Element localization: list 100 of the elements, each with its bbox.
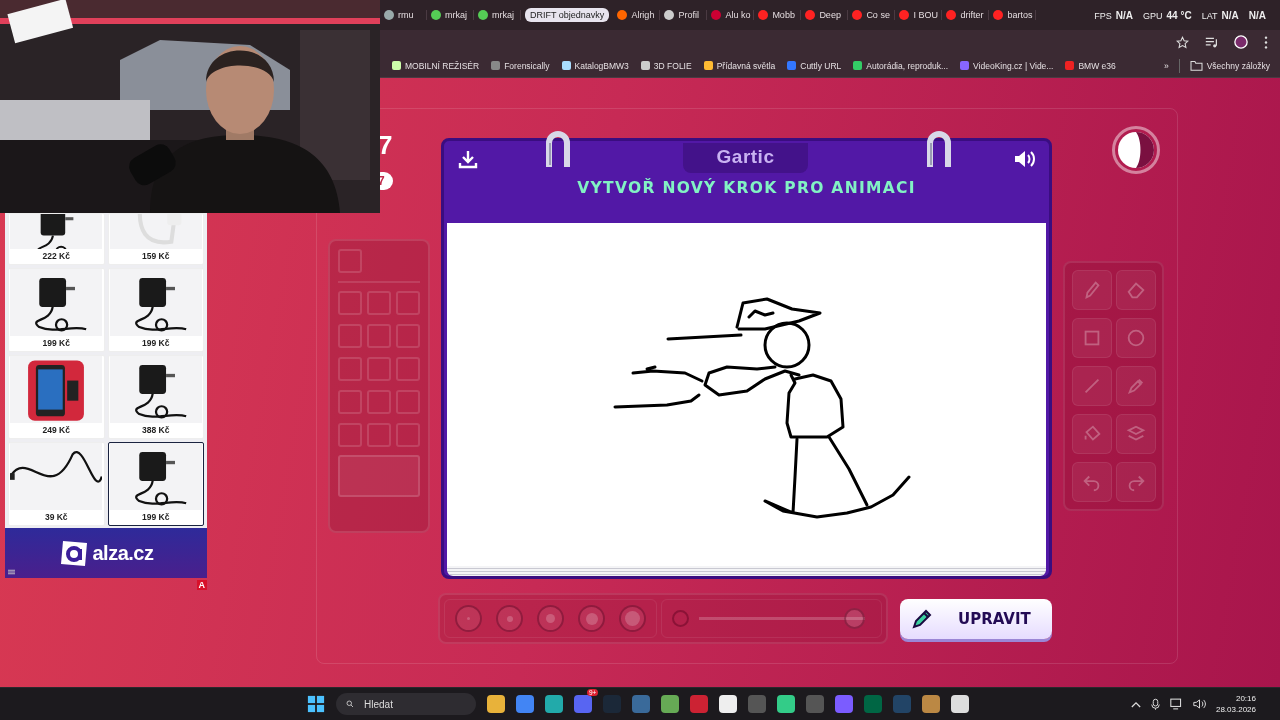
ad-banner[interactable]: alza.cz	[5, 528, 207, 578]
taskbar-app-icon[interactable]	[951, 695, 969, 713]
bookmark[interactable]: 3D FOLIE	[640, 60, 692, 71]
search-icon	[346, 698, 354, 710]
browser-tab[interactable]: Alrigh	[613, 10, 661, 20]
network-icon[interactable]	[1169, 698, 1183, 710]
product-card[interactable]: 249 Kč	[8, 355, 105, 439]
taskbar-app-icon[interactable]	[632, 695, 650, 713]
bookmark[interactable]: BMW e36	[1065, 60, 1116, 71]
drawing-canvas[interactable]	[447, 223, 1046, 566]
color-swatch[interactable]	[338, 357, 362, 381]
brush-size-button[interactable]	[496, 605, 523, 632]
site-icon	[993, 10, 1004, 20]
redo-icon[interactable]	[1115, 462, 1156, 502]
product-card[interactable]: 199 Kč	[107, 442, 204, 526]
browser-tab[interactable]: mrkaj	[474, 10, 521, 20]
taskbar-app-icon[interactable]	[516, 695, 534, 713]
menu-icon[interactable]	[8, 569, 15, 575]
product-card[interactable]: 388 Kč	[107, 355, 204, 439]
browser-tab[interactable]: Co se	[848, 10, 896, 20]
speaker-icon[interactable]	[1013, 149, 1037, 169]
browser-tab[interactable]: I BOU	[895, 10, 943, 20]
taskbar-app-icon[interactable]	[487, 695, 505, 713]
bookmark[interactable]: Forensically	[491, 60, 550, 71]
product-card[interactable]: 199 Kč	[107, 268, 204, 352]
browser-tab[interactable]: bartos	[989, 10, 1037, 20]
more-menu-icon[interactable]	[1264, 35, 1268, 49]
layers-icon[interactable]	[1115, 414, 1156, 454]
brush-size-button[interactable]	[537, 605, 564, 632]
color-swatch[interactable]	[367, 291, 391, 315]
browser-tab[interactable]: mrkaj	[427, 10, 474, 20]
download-icon[interactable]	[458, 149, 478, 169]
tab-group-label[interactable]: DRIFT objednavky	[525, 8, 610, 22]
theme-toggle-icon[interactable]	[1112, 126, 1160, 174]
undo-icon[interactable]	[1071, 462, 1112, 502]
search-input[interactable]: Hledat	[362, 697, 466, 711]
start-icon[interactable]	[307, 695, 325, 713]
slider-thumb[interactable]	[844, 608, 865, 629]
browser-tab[interactable]: Mobb	[754, 10, 802, 20]
microphone-icon[interactable]	[1150, 697, 1160, 711]
site-icon	[899, 10, 910, 20]
logo-icon	[58, 538, 89, 568]
product-card[interactable]: 39 Kč	[8, 442, 105, 526]
browser-tab[interactable]: Deep	[801, 10, 849, 20]
taskbar-app-icon[interactable]	[922, 695, 940, 713]
paint-bucket-icon[interactable]	[1071, 414, 1112, 454]
color-swatch[interactable]	[367, 390, 391, 414]
bookmark[interactable]: KatalogBMW3	[561, 60, 629, 71]
color-swatch[interactable]	[396, 291, 420, 315]
brush-size-button[interactable]	[578, 605, 605, 632]
color-swatch[interactable]	[367, 324, 391, 348]
color-swatch[interactable]	[396, 390, 420, 414]
clock-date: 28.03.2026	[1215, 704, 1256, 715]
star-icon[interactable]	[1176, 35, 1189, 49]
bookmark[interactable]: VideoKing.cz | Vide...	[960, 60, 1054, 71]
taskbar-app-icon[interactable]	[661, 695, 679, 713]
taskbar-app-icon[interactable]	[690, 695, 708, 713]
taskbar-app-icon[interactable]	[719, 695, 737, 713]
color-swatch[interactable]	[338, 324, 362, 348]
taskbar-app-icon[interactable]	[777, 695, 795, 713]
browser-tab[interactable]: drifter	[942, 10, 990, 20]
color-swatch[interactable]	[396, 324, 420, 348]
taskbar-search-field[interactable]: Hledat	[336, 693, 476, 715]
edit-button[interactable]: UPRAVIT	[900, 599, 1052, 639]
eyedropper-icon[interactable]	[1115, 366, 1156, 406]
browser-tab[interactable]: Alu ko	[707, 10, 755, 20]
color-swatch[interactable]	[338, 291, 362, 315]
product-price: 159 Kč	[142, 251, 170, 261]
square-icon[interactable]	[1071, 318, 1112, 358]
color-swatch[interactable]	[338, 455, 420, 497]
product-card[interactable]: 199 Kč	[8, 268, 105, 352]
browser-tab[interactable]: Profil	[660, 10, 708, 20]
color-swatch[interactable]	[367, 423, 391, 447]
speaker-icon[interactable]	[1192, 698, 1206, 710]
color-swatch[interactable]	[338, 390, 362, 414]
game-logo: Gartic	[682, 143, 809, 173]
taskbar-app-icon[interactable]	[574, 695, 592, 713]
color-swatch[interactable]	[396, 357, 420, 381]
brush-size-button[interactable]	[619, 605, 646, 632]
bookmark[interactable]: MOBILNÍ REŽISÉR	[392, 60, 480, 71]
product-card[interactable]: 222 Kč	[8, 213, 105, 265]
product-card[interactable]: 159 Kč	[107, 213, 204, 265]
all-bookmarks-button[interactable]: Všechny záložky	[1189, 60, 1270, 71]
brush-size-button[interactable]	[455, 605, 482, 632]
pencil-icon[interactable]	[1071, 270, 1112, 310]
bookmark[interactable]: Cuttly URL	[787, 60, 842, 71]
color-swatch[interactable]	[338, 423, 362, 447]
media-control-icon[interactable]	[1205, 35, 1218, 49]
color-swatch[interactable]	[396, 423, 420, 447]
bookmark[interactable]: Přídavná světla	[703, 60, 776, 71]
more-bookmarks-button[interactable]: »	[1163, 60, 1169, 71]
stat-label: GPU	[1143, 10, 1163, 21]
chevron-up-icon[interactable]	[1130, 700, 1141, 708]
color-swatch[interactable]	[338, 249, 362, 273]
eraser-icon[interactable]	[1115, 270, 1156, 310]
color-swatch[interactable]	[367, 357, 391, 381]
taskbar-app-icon[interactable]	[545, 695, 563, 713]
profile-avatar-icon[interactable]	[1234, 35, 1248, 49]
bookmark[interactable]: Autorádia, reproduk...	[853, 60, 949, 71]
taskbar-app-icon[interactable]	[835, 695, 853, 713]
